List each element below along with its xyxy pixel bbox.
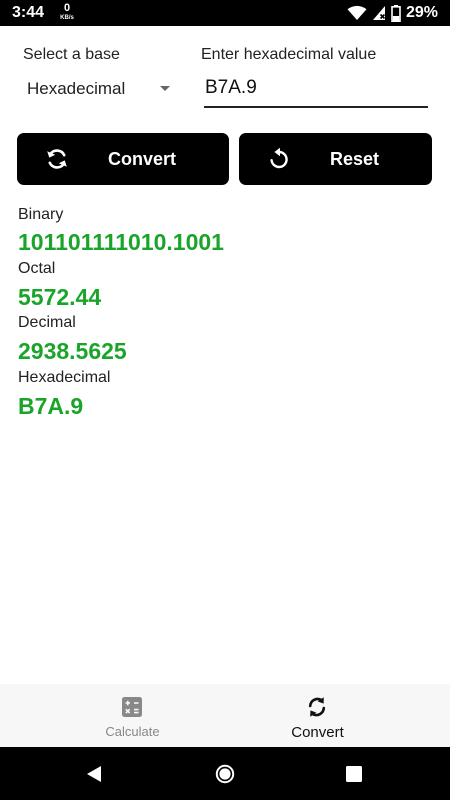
status-bar: 3:44 0 KB/s 29% bbox=[0, 0, 450, 26]
convert-icon bbox=[308, 697, 326, 717]
base-select-value: Hexadecimal bbox=[27, 79, 126, 98]
signal-icon bbox=[372, 6, 386, 20]
net-speed-indicator: 0 KB/s bbox=[56, 2, 78, 22]
decimal-value: 2938.5625 bbox=[18, 338, 127, 364]
reset-button-label: Reset bbox=[330, 149, 380, 169]
net-speed-unit: KB/s bbox=[60, 15, 74, 21]
refresh-icon bbox=[47, 149, 67, 169]
input-label: Enter hexadecimal value bbox=[201, 46, 377, 63]
wifi-icon bbox=[347, 5, 367, 20]
calculator-icon bbox=[122, 697, 142, 717]
binary-label: Binary bbox=[18, 206, 64, 223]
base-label: Select a base bbox=[23, 46, 120, 63]
nav-item-convert[interactable]: Convert bbox=[205, 684, 430, 747]
status-icons: 29% bbox=[347, 3, 438, 23]
battery-icon bbox=[391, 4, 401, 22]
reset-icon bbox=[270, 147, 288, 169]
bottom-navigation: Calculate Convert bbox=[0, 684, 450, 747]
net-speed-value: 0 bbox=[63, 2, 71, 14]
decimal-label: Decimal bbox=[18, 314, 76, 331]
hexadecimal-value: B7A.9 bbox=[18, 393, 84, 419]
status-time: 3:44 bbox=[12, 4, 45, 21]
hexadecimal-label: Hexadecimal bbox=[18, 369, 111, 386]
octal-value: 5572.44 bbox=[18, 284, 102, 310]
system-navigation-bar bbox=[0, 747, 450, 800]
convert-button[interactable]: Convert bbox=[17, 133, 229, 185]
nav-item-convert-label: Convert bbox=[291, 724, 344, 741]
recent-apps-icon[interactable] bbox=[343, 763, 365, 785]
dropdown-arrow-icon bbox=[160, 86, 170, 91]
reset-button[interactable]: Reset bbox=[239, 133, 432, 185]
home-icon[interactable] bbox=[214, 763, 236, 785]
octal-label: Octal bbox=[18, 260, 56, 277]
back-icon[interactable] bbox=[84, 763, 106, 785]
binary-value: 101101111010.1001 bbox=[18, 229, 224, 255]
base-select[interactable]: Hexadecimal bbox=[20, 70, 176, 106]
battery-percent: 29% bbox=[405, 4, 438, 21]
hex-value-input[interactable] bbox=[204, 72, 428, 108]
convert-button-label: Convert bbox=[108, 149, 177, 169]
